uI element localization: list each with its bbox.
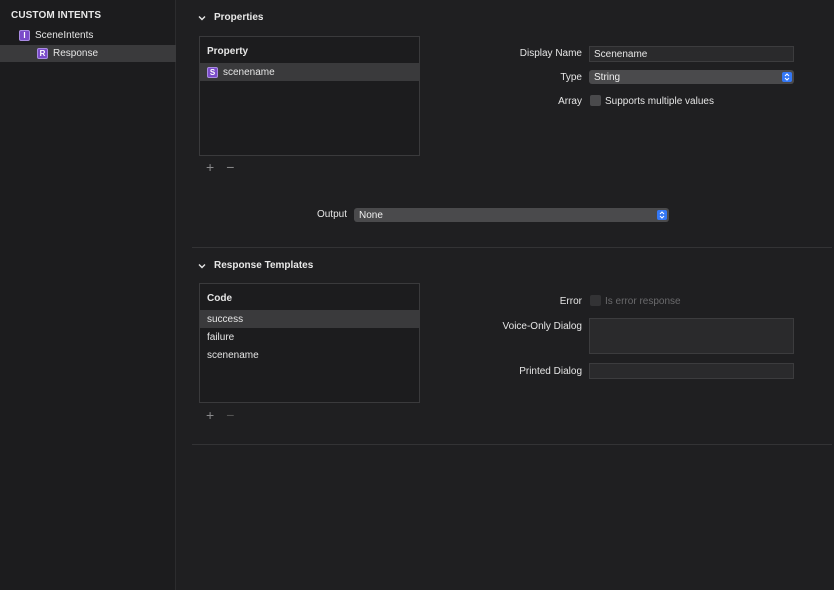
- output-value: None: [359, 209, 383, 221]
- main-panel: Properties Property S scenename + − Disp…: [176, 0, 834, 590]
- display-name-field[interactable]: Scenename: [589, 46, 794, 62]
- popup-arrows-icon: [657, 210, 667, 220]
- supports-multiple-label: Supports multiple values: [605, 96, 714, 107]
- string-type-icon: S: [207, 66, 218, 78]
- remove-template-button[interactable]: −: [226, 407, 234, 423]
- table-row[interactable]: S scenename: [200, 63, 419, 81]
- properties-table[interactable]: Property S scenename: [199, 36, 420, 156]
- templates-add-remove: + −: [206, 407, 234, 423]
- intent-editor-window: CUSTOM INTENTS I SceneIntents R Response…: [0, 0, 834, 590]
- property-column-header: Property: [207, 46, 249, 57]
- output-popup[interactable]: None: [354, 208, 669, 222]
- add-template-button[interactable]: +: [206, 407, 214, 423]
- voice-only-dialog-field[interactable]: [589, 318, 794, 354]
- supports-multiple-checkbox[interactable]: [590, 95, 601, 106]
- intent-icon: I: [19, 30, 30, 41]
- is-error-response-label: Is error response: [605, 296, 681, 307]
- printed-dialog-label: Printed Dialog: [519, 366, 582, 377]
- output-label: Output: [316, 209, 347, 220]
- array-label: Array: [558, 96, 582, 107]
- popup-arrows-icon: [782, 72, 792, 82]
- voice-only-dialog-label: Voice-Only Dialog: [502, 321, 582, 332]
- remove-property-button[interactable]: −: [226, 159, 234, 175]
- display-name-label: Display Name: [519, 48, 582, 59]
- chevron-down-icon: [198, 15, 206, 20]
- code-column-header: Code: [207, 293, 232, 304]
- property-name: scenename: [223, 66, 275, 78]
- response-icon: R: [37, 48, 48, 59]
- response-templates-section-toggle[interactable]: Response Templates: [198, 260, 313, 271]
- printed-dialog-field[interactable]: [589, 363, 794, 379]
- type-value: String: [594, 71, 621, 83]
- table-row[interactable]: success: [200, 310, 419, 328]
- type-label: Type: [560, 72, 582, 83]
- type-popup[interactable]: String: [589, 70, 794, 84]
- properties-add-remove: + −: [206, 159, 234, 175]
- response-templates-title: Response Templates: [214, 260, 314, 271]
- properties-section-toggle[interactable]: Properties: [198, 12, 263, 23]
- sidebar-item-label: SceneIntents: [35, 30, 94, 41]
- properties-title: Properties: [214, 12, 264, 23]
- error-label: Error: [559, 296, 582, 307]
- sidebar-header: CUSTOM INTENTS: [11, 10, 102, 21]
- is-error-response-checkbox[interactable]: [590, 295, 601, 306]
- sidebar-item-sceneintents[interactable]: I SceneIntents: [0, 27, 194, 44]
- table-row[interactable]: scenename: [200, 346, 419, 364]
- section-divider: [192, 444, 832, 445]
- sidebar-item-label: Response: [53, 48, 99, 59]
- chevron-down-icon: [198, 263, 206, 268]
- table-row[interactable]: failure: [200, 328, 419, 346]
- sidebar: CUSTOM INTENTS I SceneIntents R Response: [0, 0, 212, 590]
- response-templates-table[interactable]: Code success failure scenename: [199, 283, 420, 403]
- add-property-button[interactable]: +: [206, 159, 214, 175]
- section-divider: [192, 247, 832, 248]
